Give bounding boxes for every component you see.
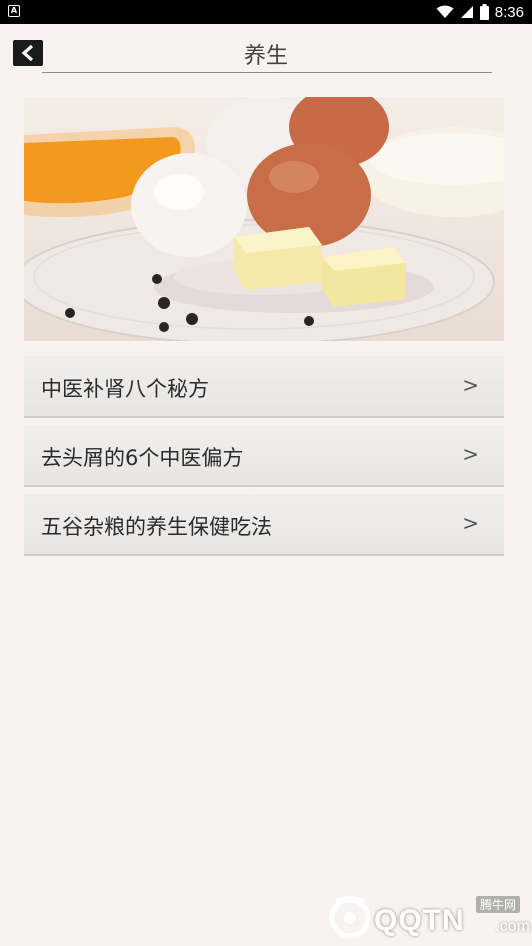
list-item-label: 五谷杂粮的养生保健吃法: [41, 515, 272, 539]
status-time: 8:36: [494, 3, 524, 21]
wifi-icon: [436, 5, 454, 18]
list-item[interactable]: 去头屑的6个中医偏方 >: [24, 425, 504, 487]
eggs-butter-illustration: [24, 97, 504, 341]
status-bar: A 8:36: [0, 0, 532, 24]
list-item[interactable]: 中医补肾八个秘方 >: [24, 356, 504, 418]
header: 养生: [0, 24, 532, 78]
list-item-label: 去头屑的6个中医偏方: [41, 446, 244, 470]
page-title: 养生: [243, 44, 288, 69]
list-item[interactable]: 五谷杂粮的养生保健吃法 >: [24, 494, 504, 556]
hero-image: [24, 97, 504, 341]
title-divider: [42, 72, 492, 73]
notification-app-icon: A: [8, 5, 20, 17]
watermark-suffix: .com: [495, 918, 530, 935]
watermark-logo-icon: [329, 896, 371, 939]
menu-list: 中医补肾八个秘方 > 去头屑的6个中医偏方 > 五谷杂粮的养生保健吃法 >: [24, 356, 504, 563]
watermark-site-name: 腾牛网: [475, 896, 520, 913]
chevron-right-icon: >: [462, 511, 479, 535]
battery-icon: [479, 4, 489, 20]
list-item-label: 中医补肾八个秘方: [41, 377, 209, 401]
chevron-right-icon: >: [462, 442, 479, 466]
signal-icon: [460, 6, 473, 18]
chevron-right-icon: >: [462, 373, 479, 397]
watermark-logo-text: QQTN: [374, 904, 465, 937]
watermark: 腾牛网 QQTN .com: [326, 890, 532, 946]
